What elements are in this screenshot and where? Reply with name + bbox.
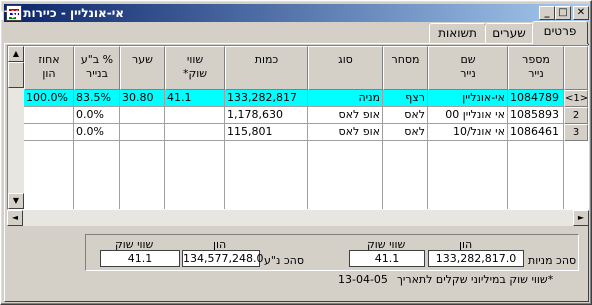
cell-quantity[interactable]: 115,801 <box>225 124 308 141</box>
cell-capital-percent[interactable] <box>24 124 74 141</box>
cell-trading[interactable]: לאס <box>383 107 428 124</box>
close-button[interactable]: ✕ <box>573 6 589 20</box>
cell-market-value[interactable] <box>165 107 225 124</box>
scroll-down-icon[interactable]: ▼ <box>8 193 24 209</box>
cell-security-name[interactable]: אי אונליין 00 <box>428 107 508 124</box>
cell-security-name[interactable]: אי אונל/10 <box>428 124 508 141</box>
col-header-rate[interactable]: שער <box>120 46 165 90</box>
securities-capital-value: 134,577,248.0 <box>182 250 264 267</box>
cell-security-number[interactable]: 1085893 <box>508 107 564 124</box>
tab-returns[interactable]: תשואות <box>429 23 486 43</box>
row-header-corner <box>564 46 588 90</box>
minimize-button[interactable]: _ <box>539 6 555 20</box>
scroll-right-icon[interactable]: ► <box>573 210 589 226</box>
cell-holding-percent[interactable]: 0.0% <box>74 124 120 141</box>
scroll-left-icon[interactable]: ◄ <box>7 210 23 226</box>
main-window: אי-אונליין - כיירות ערך _ □ ✕ תשואות שער… <box>0 0 592 305</box>
row-header[interactable]: 3 <box>564 124 588 141</box>
col-header-quantity[interactable]: כמות <box>225 46 308 90</box>
cell-market-value[interactable] <box>165 124 225 141</box>
scroll-thumb[interactable] <box>8 62 24 88</box>
cell-rate[interactable]: 30.80 <box>120 90 165 107</box>
col-header-type[interactable]: סוג <box>308 46 383 90</box>
cell-trading[interactable]: רצף <box>383 90 428 107</box>
footnote-text: *שווי שוק במיליוני שקלים לתאריך <box>397 273 554 286</box>
col-header-security-name[interactable]: שם נייר <box>428 46 508 90</box>
securities-grid[interactable]: ▲ ▼ מספר נייר שם נייר מסחר סוג כמות שווי… <box>7 45 589 210</box>
cell-capital-percent[interactable] <box>24 107 74 124</box>
row-header[interactable]: 2 <box>564 107 588 124</box>
cell-security-number[interactable]: 1086461 <box>508 124 564 141</box>
title-bar[interactable]: אי-אונליין - כיירות ערך _ □ ✕ <box>0 4 589 22</box>
cell-rate[interactable] <box>120 107 165 124</box>
cell-market-value[interactable]: 41.1 <box>165 90 225 107</box>
cell-type[interactable]: אופ לאס <box>308 107 383 124</box>
maximize-button[interactable]: □ <box>555 6 571 20</box>
col-header-trading[interactable]: מסחר <box>383 46 428 90</box>
col-header-security-number[interactable]: מספר נייר <box>508 46 564 90</box>
total-securities-label: סהכ נ"ע <box>264 254 304 267</box>
col-header-capital-percent[interactable]: אחוז הון <box>24 46 74 90</box>
vertical-scrollbar[interactable]: ▲ ▼ <box>8 46 24 209</box>
cell-quantity[interactable]: 133,282,817 <box>225 90 308 107</box>
horizontal-scrollbar[interactable]: ◄ ► <box>7 210 589 226</box>
row-header[interactable]: <1> <box>564 90 588 107</box>
scroll-up-icon[interactable]: ▲ <box>8 46 24 62</box>
col-header-market-value[interactable]: שווי שוק* <box>165 46 225 90</box>
shares-capital-value: 133,282,817.0 <box>428 250 524 267</box>
cell-security-number[interactable]: 1084789 <box>508 90 564 107</box>
tab-details[interactable]: פרטים <box>532 21 588 44</box>
cell-security-name[interactable]: אי-אונליין <box>428 90 508 107</box>
cell-trading[interactable]: לאס <box>383 124 428 141</box>
tab-rates[interactable]: שערים <box>485 23 533 43</box>
cell-holding-percent[interactable]: 83.5% <box>74 90 120 107</box>
col-header-holding-percent[interactable]: % ב"ע בנייר <box>74 46 120 90</box>
cell-holding-percent[interactable]: 0.0% <box>74 107 120 124</box>
window-title: אי-אונליין - כיירות ערך <box>0 6 124 20</box>
securities-market-value: 41.1 <box>100 250 180 267</box>
cell-rate[interactable] <box>120 124 165 141</box>
shares-market-value: 41.1 <box>349 250 425 267</box>
total-shares-label: סהכ מניות <box>528 254 577 267</box>
cell-quantity[interactable]: 1,178,630 <box>225 107 308 124</box>
cell-type[interactable]: אופ לאס <box>308 124 383 141</box>
cell-capital-percent[interactable]: 100.0% <box>24 90 74 107</box>
cell-type[interactable]: מניה <box>308 90 383 107</box>
footnote-date: 13-04-05 <box>338 273 388 286</box>
empty-grid-area <box>24 141 564 209</box>
